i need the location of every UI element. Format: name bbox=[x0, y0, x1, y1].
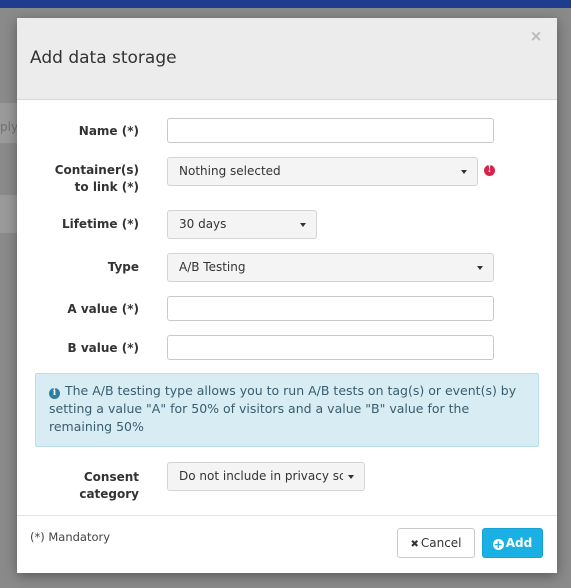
app-top-bar bbox=[0, 0, 571, 8]
cancel-button-label: Cancel bbox=[420, 536, 462, 550]
consent-select-value: Do not include in privacy sco bbox=[179, 469, 343, 483]
chevron-down-icon bbox=[477, 266, 483, 270]
type-info-text: The A/B testing type allows you to run A… bbox=[49, 383, 517, 434]
background-text: ply bbox=[0, 120, 19, 134]
a-value-input[interactable] bbox=[167, 296, 494, 321]
b-value-label: B value (*) bbox=[67, 341, 139, 355]
b-value-input[interactable] bbox=[167, 335, 494, 360]
cancel-button[interactable]: ✖ Cancel bbox=[397, 528, 475, 558]
add-button-label: Add bbox=[505, 536, 533, 550]
mandatory-note: (*) Mandatory bbox=[30, 530, 111, 544]
containers-select-value: Nothing selected bbox=[179, 164, 281, 178]
plus-circle-icon: + bbox=[492, 538, 504, 551]
background-row bbox=[0, 195, 17, 233]
lifetime-select[interactable]: 30 days bbox=[167, 210, 317, 239]
type-info-alert: i The A/B testing type allows you to run … bbox=[35, 373, 539, 447]
lifetime-select-value: 30 days bbox=[179, 217, 227, 231]
info-circle-icon: i bbox=[49, 388, 60, 399]
chevron-down-icon bbox=[300, 223, 306, 227]
chevron-down-icon bbox=[461, 170, 467, 174]
consent-select[interactable]: Do not include in privacy sco bbox=[167, 462, 365, 491]
add-button[interactable]: + Add bbox=[482, 528, 543, 558]
type-label: Type bbox=[107, 260, 139, 274]
exclamation-circle-icon: ! bbox=[484, 165, 495, 176]
type-select-value: A/B Testing bbox=[179, 260, 246, 274]
close-icon: ✖ bbox=[410, 539, 419, 550]
modal-header: Add data storage × bbox=[17, 18, 557, 100]
name-input[interactable] bbox=[167, 118, 494, 143]
a-value-label: A value (*) bbox=[67, 302, 139, 316]
consent-label: Consent category bbox=[79, 470, 139, 501]
containers-label: Container(s) to link (*) bbox=[54, 163, 139, 194]
lifetime-label: Lifetime (*) bbox=[61, 217, 139, 231]
containers-select[interactable]: Nothing selected bbox=[167, 157, 478, 186]
add-data-storage-modal: Add data storage × Name (*) Container(s)… bbox=[17, 18, 557, 573]
modal-title: Add data storage bbox=[30, 48, 177, 68]
chevron-down-icon bbox=[348, 475, 354, 479]
close-icon[interactable]: × bbox=[529, 28, 543, 44]
name-label: Name (*) bbox=[78, 124, 139, 138]
modal-footer: (*) Mandatory ✖ Cancel + Add bbox=[17, 515, 557, 573]
type-select[interactable]: A/B Testing bbox=[167, 253, 494, 282]
